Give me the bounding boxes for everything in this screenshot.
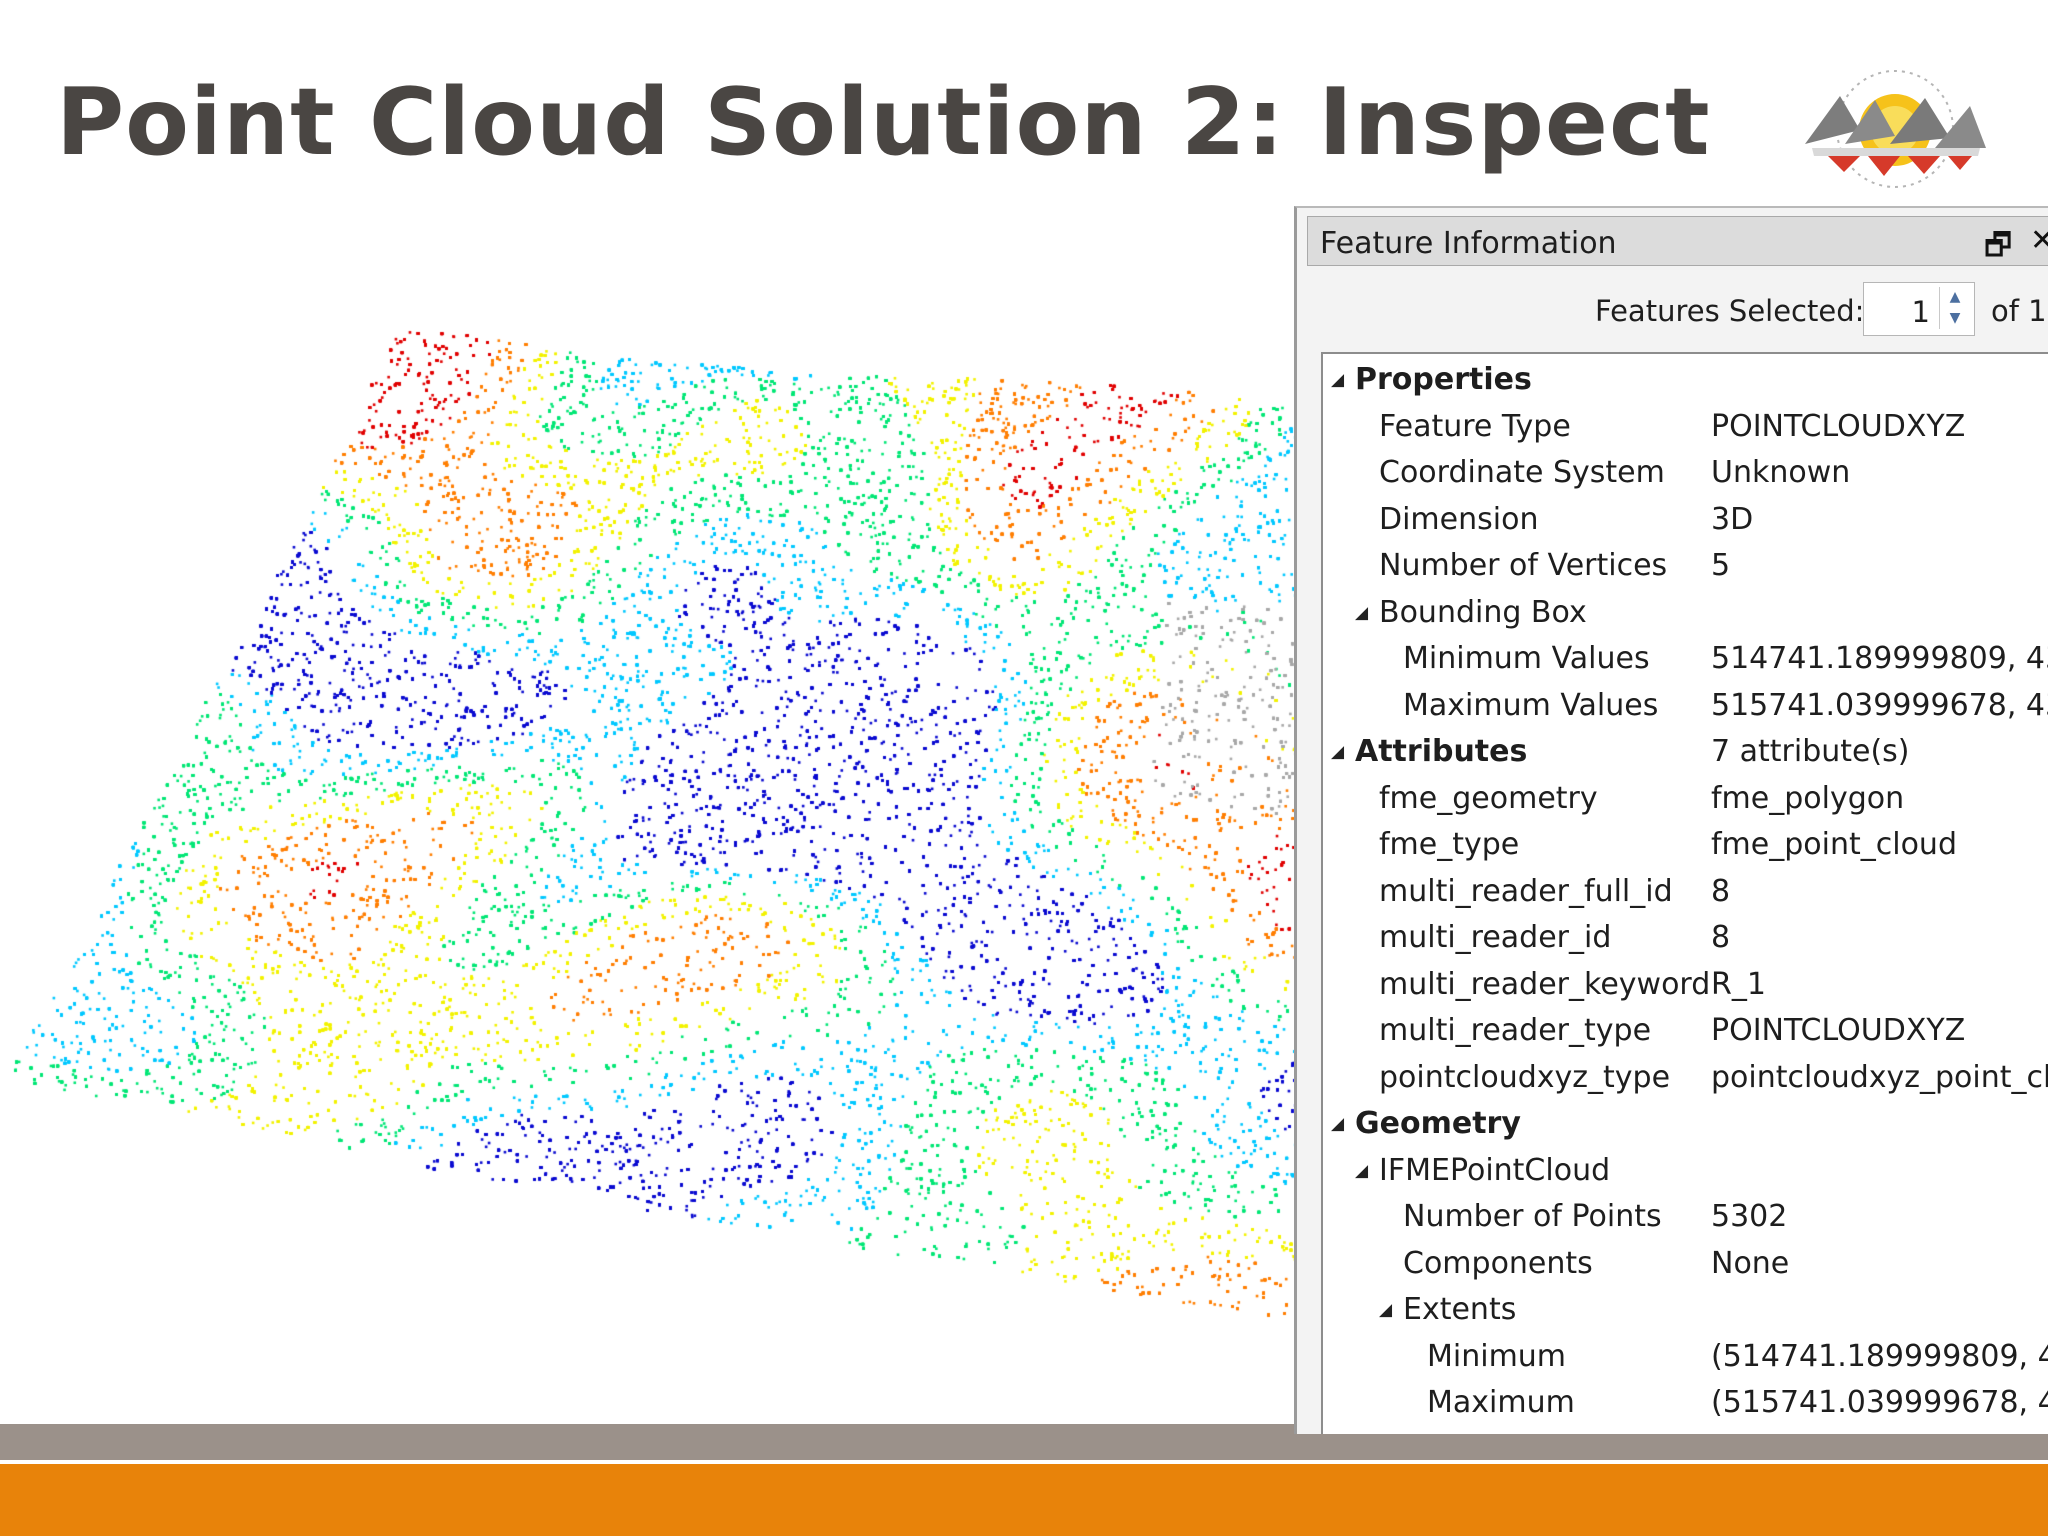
tree-row-label: Number of Vertices: [1379, 548, 1668, 583]
panel-titlebar[interactable]: Feature Information 🗗 ✕: [1307, 216, 2048, 266]
tree-row[interactable]: multi_reader_keyword R_1: [1323, 963, 2048, 1009]
tree-row[interactable]: Coordinate System Unknown: [1323, 451, 2048, 497]
tree-row-value: Unknown: [1711, 455, 1851, 490]
restore-window-icon[interactable]: 🗗: [1984, 223, 2012, 274]
tree-row[interactable]: Number of Vertices 5: [1323, 544, 2048, 590]
tree-row-label: IFMEPointCloud: [1379, 1152, 1611, 1188]
tree-row[interactable]: Maximum (515741.039999678, 431: [1323, 1381, 2048, 1427]
close-icon[interactable]: ✕: [2030, 223, 2048, 258]
expand-triangle-icon[interactable]: ◢: [1379, 1300, 1392, 1320]
feature-information-panel: Feature Information 🗗 ✕ Features Selecte…: [1294, 206, 2048, 1434]
tree-row-label: Dimension: [1379, 501, 1539, 537]
tree-row[interactable]: Number of Points 5302: [1323, 1195, 2048, 1241]
features-selected-label: Features Selected:: [1595, 294, 1865, 328]
tree-row-label: Properties: [1355, 362, 1532, 397]
tree-row-label: Minimum Values: [1403, 641, 1650, 676]
tree-row-label: multi_reader_type: [1379, 1013, 1652, 1048]
tree-row[interactable]: ◢ Geometry: [1323, 1102, 2048, 1148]
tree-row-label: Components: [1403, 1245, 1593, 1281]
tree-row-label: fme_geometry: [1379, 780, 1598, 816]
expand-triangle-icon[interactable]: ◢: [1331, 370, 1344, 390]
tree-row[interactable]: Dimension 3D: [1323, 498, 2048, 544]
tree-row-value: 3D: [1711, 501, 1754, 537]
tree-row-label: Minimum: [1427, 1338, 1567, 1374]
tree-row[interactable]: ◢ Bounding Box: [1323, 591, 2048, 637]
tree-row-value: fme_point_cloud: [1711, 827, 1957, 862]
tree-row[interactable]: pointcloudxyz_type pointcloudxyz_point_cl: [1323, 1056, 2048, 1102]
tree-row-label: multi_reader_id: [1379, 920, 1612, 955]
tree-row-value: pointcloudxyz_point_cl: [1711, 1059, 2048, 1095]
panel-title: Feature Information: [1320, 226, 1617, 261]
tree-row-label: Bounding Box: [1379, 594, 1587, 630]
tree-row-label: Maximum Values: [1403, 687, 1659, 723]
tree-row[interactable]: Feature Type POINTCLOUDXYZ: [1323, 405, 2048, 451]
tree-row[interactable]: multi_reader_id 8: [1323, 916, 2048, 962]
tree-row-label: multi_reader_keyword: [1379, 966, 1711, 1002]
tree-row-value: fme_polygon: [1711, 780, 1905, 816]
tree-row-value: (514741.189999809, 431: [1711, 1338, 2048, 1374]
tree-row-label: Coordinate System: [1379, 455, 1665, 490]
expand-triangle-icon[interactable]: ◢: [1331, 742, 1344, 762]
expand-triangle-icon[interactable]: ◢: [1331, 1114, 1344, 1134]
tree-row[interactable]: ◢ Attributes 7 attribute(s): [1323, 730, 2048, 776]
tree-row-value: POINTCLOUDXYZ: [1711, 408, 1966, 444]
slide-title: Point Cloud Solution 2: Inspect: [56, 68, 1711, 176]
tree-row[interactable]: ◢ Properties: [1323, 358, 2048, 404]
tree-row-value: 8: [1711, 873, 1731, 909]
tree-row-label: pointcloudxyz_type: [1379, 1059, 1671, 1095]
footer-orange-bar: [0, 1464, 2048, 1536]
spin-up-icon[interactable]: ▲: [1940, 287, 1970, 308]
tree-row-label: Feature Type: [1379, 408, 1571, 444]
properties-tree[interactable]: ◢ Properties Feature Type POINTCLOUDXYZ Coor…: [1321, 352, 2048, 1434]
features-total-label: of 1: [1991, 294, 2047, 328]
tree-row-value: R_1: [1711, 966, 1766, 1002]
tree-row[interactable]: Components None: [1323, 1242, 2048, 1288]
expand-triangle-icon[interactable]: ◢: [1355, 603, 1368, 623]
tree-row-value: 8: [1711, 920, 1731, 955]
tree-row-label: Attributes: [1355, 734, 1528, 769]
tree-row[interactable]: ◢ Extents: [1323, 1288, 2048, 1334]
tree-row[interactable]: multi_reader_full_id 8: [1323, 870, 2048, 916]
tree-row[interactable]: multi_reader_type POINTCLOUDXYZ: [1323, 1009, 2048, 1055]
spin-down-icon[interactable]: ▼: [1940, 308, 1970, 329]
fme-logo: [1805, 70, 1986, 188]
tree-row-value: 515741.039999678, 4311: [1711, 687, 2048, 723]
tree-row-value: (515741.039999678, 431: [1711, 1385, 2048, 1420]
tree-row-value: 5302: [1711, 1199, 1788, 1234]
tree-row-value: POINTCLOUDXYZ: [1711, 1013, 1966, 1048]
tree-row-label: fme_type: [1379, 827, 1520, 862]
tree-row-label: Extents: [1403, 1292, 1517, 1327]
features-selected-value[interactable]: 1: [1912, 295, 1930, 329]
point-cloud-view[interactable]: [0, 186, 1296, 1426]
tree-row-value: None: [1711, 1245, 1790, 1281]
tree-row[interactable]: Minimum Values 514741.189999809, 4310: [1323, 637, 2048, 683]
tree-row[interactable]: ◢ IFMEPointCloud: [1323, 1149, 2048, 1195]
tree-row[interactable]: Maximum Values 515741.039999678, 4311: [1323, 684, 2048, 730]
tree-row-label: Maximum: [1427, 1385, 1575, 1420]
tree-row[interactable]: fme_geometry fme_polygon: [1323, 777, 2048, 823]
tree-row-value: 7 attribute(s): [1711, 734, 1910, 769]
point-cloud-canvas[interactable]: [0, 186, 1296, 1426]
tree-row-label: multi_reader_full_id: [1379, 873, 1673, 909]
tree-row[interactable]: fme_type fme_point_cloud: [1323, 823, 2048, 869]
tree-row[interactable]: Minimum (514741.189999809, 431: [1323, 1335, 2048, 1381]
features-selected-spinner[interactable]: 1 ▲ ▼: [1863, 282, 1975, 336]
expand-triangle-icon[interactable]: ◢: [1355, 1161, 1368, 1181]
tree-row-value: 514741.189999809, 4310: [1711, 641, 2048, 676]
tree-row-label: Number of Points: [1403, 1199, 1662, 1234]
tree-row-value: 5: [1711, 548, 1731, 583]
tree-row-label: Geometry: [1355, 1106, 1521, 1141]
